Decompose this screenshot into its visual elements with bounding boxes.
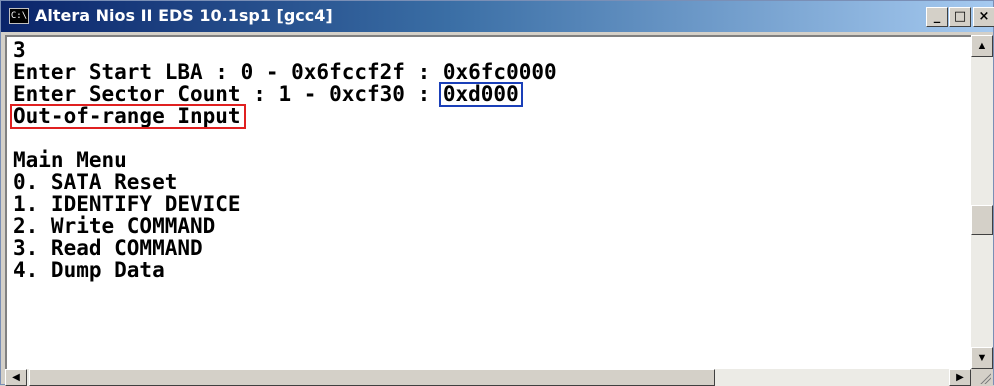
- window-title: Altera Nios II EDS 10.1sp1 [gcc4]: [35, 6, 333, 25]
- console-line: 3: [13, 38, 26, 62]
- vertical-scroll-thumb[interactable]: [971, 205, 993, 235]
- scroll-down-icon[interactable]: ▼: [971, 347, 993, 369]
- horizontal-scroll-thumb[interactable]: [29, 369, 715, 386]
- scroll-up-icon[interactable]: ▲: [971, 35, 993, 57]
- highlight-box-blue: [438, 82, 523, 107]
- console-line: 1. IDENTIFY DEVICE: [13, 192, 241, 216]
- console-line: Enter Start LBA : 0 - 0x6fccf2f : 0x6fc0…: [13, 60, 557, 84]
- scroll-left-icon[interactable]: ◀: [5, 369, 27, 386]
- horizontal-scrollbar[interactable]: ◀ ▶: [5, 369, 971, 386]
- highlight-box-red: [10, 104, 246, 129]
- console-line: 3. Read COMMAND: [13, 236, 203, 260]
- maximize-button[interactable]: □: [949, 7, 971, 27]
- scroll-right-icon[interactable]: ▶: [949, 369, 971, 386]
- console-line: 2. Write COMMAND: [13, 214, 216, 238]
- title-bar[interactable]: C:\ Altera Nios II EDS 10.1sp1 [gcc4] _ …: [1, 1, 994, 32]
- minimize-button[interactable]: _: [926, 7, 948, 27]
- vertical-scrollbar[interactable]: ▲ ▼: [971, 35, 993, 369]
- resize-grip-icon[interactable]: [971, 369, 993, 386]
- console-line: 4. Dump Data: [13, 258, 165, 282]
- console-line: 0. SATA Reset: [13, 170, 178, 194]
- console-window: C:\ Altera Nios II EDS 10.1sp1 [gcc4] _ …: [0, 0, 994, 386]
- console-line: Main Menu: [13, 148, 127, 172]
- console-output[interactable]: 3 Enter Start LBA : 0 - 0x6fccf2f : 0x6f…: [5, 35, 971, 369]
- close-button[interactable]: ×: [973, 7, 994, 27]
- console-app-icon[interactable]: C:\: [9, 8, 29, 24]
